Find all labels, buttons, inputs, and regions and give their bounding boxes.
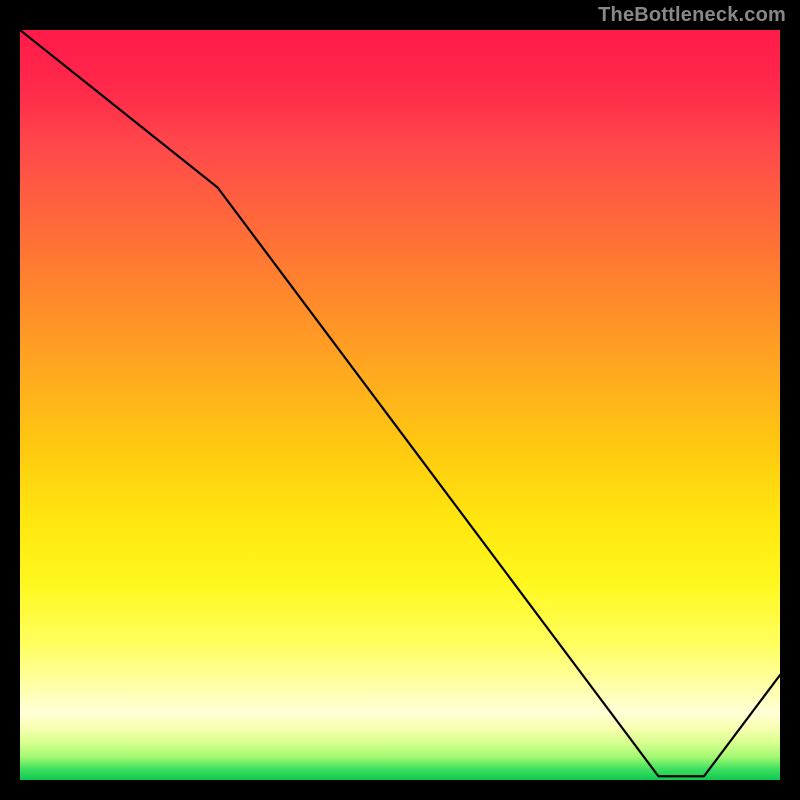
chart-plot-area bbox=[20, 30, 780, 780]
chart-line bbox=[20, 30, 780, 780]
watermark-text: TheBottleneck.com bbox=[598, 4, 786, 27]
